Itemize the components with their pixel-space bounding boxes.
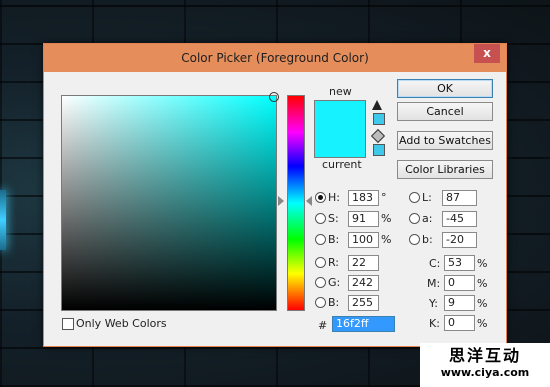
m-input[interactable]: 0 <box>444 275 475 291</box>
lab-b-input[interactable]: -20 <box>442 232 477 248</box>
only-web-colors-checkbox[interactable] <box>62 318 74 330</box>
c-input[interactable]: 53 <box>444 255 475 271</box>
only-web-colors-label: Only Web Colors <box>76 317 167 330</box>
k-unit: % <box>477 317 488 330</box>
neon-glow-decoration <box>0 190 6 250</box>
lab-b-radio[interactable] <box>409 234 420 245</box>
s-label: S: <box>328 212 339 225</box>
g-label: G: <box>328 276 341 289</box>
k-input[interactable]: 0 <box>444 315 475 331</box>
b-input[interactable]: 100 <box>348 232 379 248</box>
color-picker-dialog: Color Picker (Foreground Color) x new cu… <box>43 43 507 347</box>
c-label: C: <box>429 257 441 270</box>
new-label: new <box>329 85 352 98</box>
a-label: a: <box>422 212 433 225</box>
b-unit: % <box>381 233 392 246</box>
s-input[interactable]: 91 <box>348 211 379 227</box>
close-button[interactable]: x <box>474 44 500 63</box>
hex-label: # <box>318 319 328 332</box>
saturation-brightness-field[interactable] <box>61 92 279 311</box>
ok-button[interactable]: OK <box>397 79 493 98</box>
y-label: Y: <box>429 297 438 310</box>
lab-b-label: b: <box>422 233 433 246</box>
watermark-title: 思洋互动 <box>448 346 521 365</box>
h-input[interactable]: 183 <box>348 190 379 206</box>
title-bar[interactable]: Color Picker (Foreground Color) x <box>44 44 506 72</box>
s-radio[interactable] <box>315 213 326 224</box>
h-label: H: <box>328 191 340 204</box>
l-radio[interactable] <box>409 192 420 203</box>
rgb-b-radio[interactable] <box>315 297 326 308</box>
m-label: M: <box>427 277 441 290</box>
rgb-b-label: B: <box>328 296 340 309</box>
r-label: R: <box>328 256 340 269</box>
hue-slider-arrow-right[interactable] <box>306 196 312 206</box>
r-input[interactable]: 22 <box>348 255 379 271</box>
k-label: K: <box>429 317 440 330</box>
gamut-warning-swatch[interactable] <box>373 113 385 125</box>
h-radio[interactable] <box>315 192 326 203</box>
current-label: current <box>322 158 362 171</box>
dialog-title: Color Picker (Foreground Color) <box>181 51 369 65</box>
s-unit: % <box>381 212 392 225</box>
gamut-warning-icon[interactable] <box>372 100 382 110</box>
a-radio[interactable] <box>409 213 420 224</box>
b-label: B: <box>328 233 340 246</box>
c-unit: % <box>477 257 488 270</box>
hex-input[interactable]: 16f2ff <box>332 316 395 332</box>
y-unit: % <box>477 297 488 310</box>
new-color-swatch <box>314 100 366 158</box>
hue-slider-arrow-left[interactable] <box>278 196 284 206</box>
watermark: 思洋互动 www.ciya.com <box>420 343 550 387</box>
y-input[interactable]: 9 <box>444 295 475 311</box>
m-unit: % <box>477 277 488 290</box>
rgb-b-input[interactable]: 255 <box>348 295 379 311</box>
hue-slider[interactable] <box>287 95 305 311</box>
add-to-swatches-button[interactable]: Add to Swatches <box>397 131 493 150</box>
g-radio[interactable] <box>315 277 326 288</box>
color-field-cursor[interactable] <box>269 92 279 102</box>
web-safe-cube-icon[interactable] <box>370 128 386 144</box>
watermark-url: www.ciya.com <box>440 366 530 379</box>
web-safe-swatch[interactable] <box>373 144 385 156</box>
g-input[interactable]: 242 <box>348 275 379 291</box>
l-label: L: <box>422 191 432 204</box>
b-radio[interactable] <box>315 234 326 245</box>
r-radio[interactable] <box>315 257 326 268</box>
cancel-button[interactable]: Cancel <box>397 102 493 121</box>
color-libraries-button[interactable]: Color Libraries <box>397 160 493 179</box>
h-unit: ° <box>381 191 387 204</box>
close-icon: x <box>483 46 491 60</box>
l-input[interactable]: 87 <box>442 190 477 206</box>
a-input[interactable]: -45 <box>442 211 477 227</box>
